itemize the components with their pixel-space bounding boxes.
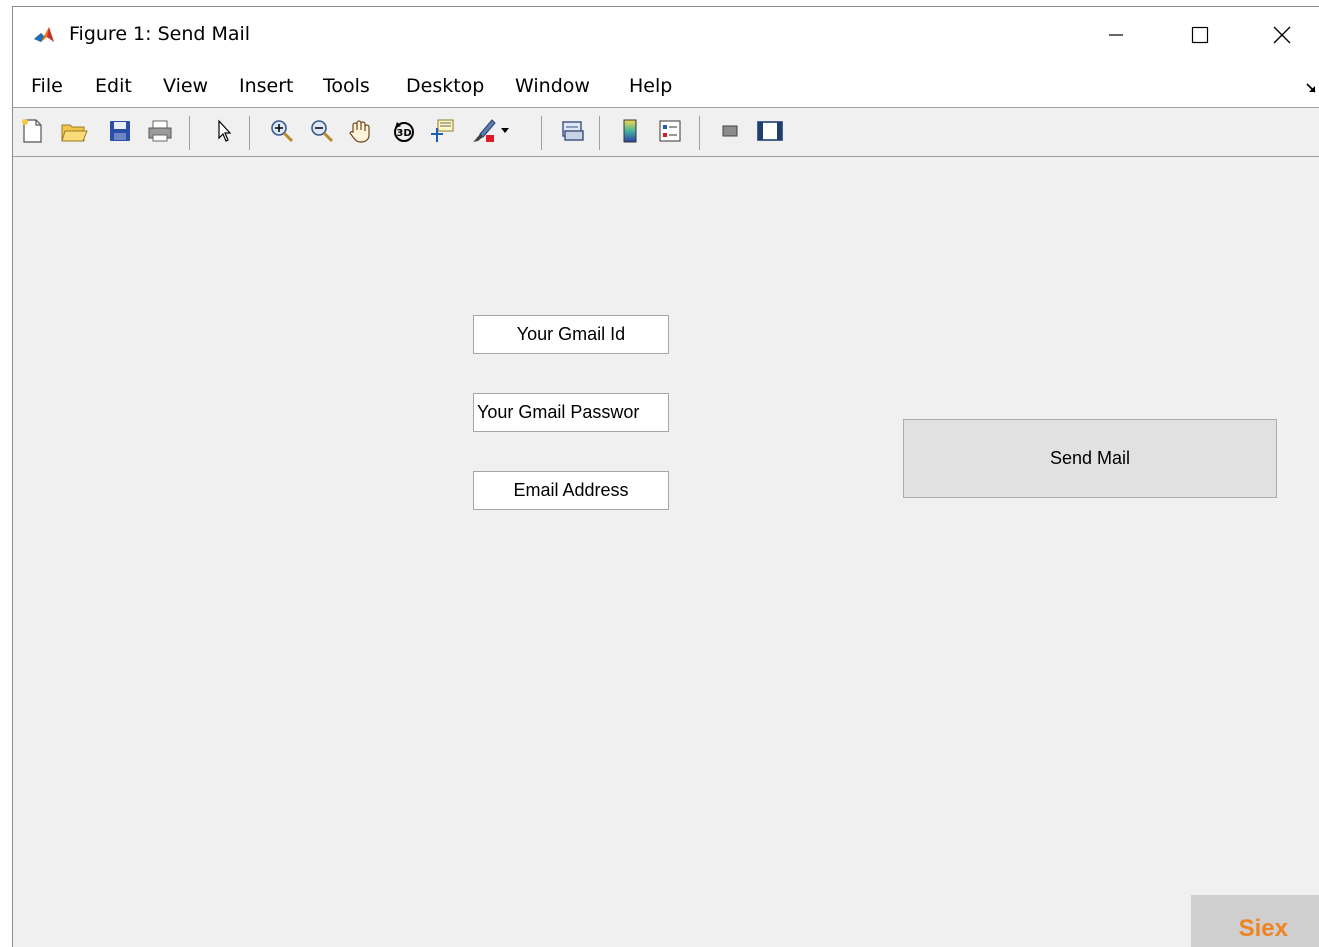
open-file-icon[interactable] — [59, 116, 89, 146]
close-button[interactable] — [1259, 17, 1305, 53]
dock-arrow-icon[interactable] — [1305, 81, 1317, 93]
rotate-3d-icon[interactable]: 3D — [389, 116, 419, 146]
send-mail-button[interactable]: Send Mail — [903, 419, 1277, 498]
gmail-password-input[interactable] — [477, 394, 668, 431]
menu-bar: File Edit View Insert Tools Desktop Wind… — [13, 67, 1319, 107]
hide-plot-tools-icon[interactable] — [715, 116, 745, 146]
email-address-input[interactable] — [474, 472, 668, 509]
maximize-button[interactable] — [1177, 17, 1223, 53]
gmail-id-field[interactable] — [473, 315, 669, 354]
pointer-icon[interactable] — [209, 116, 239, 146]
menu-window[interactable]: Window — [511, 73, 594, 99]
brush-icon[interactable] — [469, 116, 499, 146]
show-plot-tools-icon[interactable] — [755, 116, 785, 146]
menu-insert[interactable]: Insert — [235, 73, 298, 99]
new-figure-icon[interactable] — [17, 116, 47, 146]
menu-view[interactable]: View — [159, 73, 212, 99]
matlab-logo-icon — [33, 25, 55, 45]
print-icon[interactable] — [145, 116, 175, 146]
menu-help[interactable]: Help — [625, 73, 676, 99]
toolbar-separator — [599, 116, 600, 150]
menu-file[interactable]: File — [27, 73, 67, 99]
title-bar[interactable]: Figure 1: Send Mail — [13, 7, 1319, 59]
legend-icon[interactable] — [655, 116, 685, 146]
menu-edit[interactable]: Edit — [91, 73, 136, 99]
toolbar-separator — [699, 116, 700, 150]
gmail-password-field[interactable] — [473, 393, 669, 432]
zoom-out-icon[interactable] — [307, 116, 337, 146]
toolbar-separator — [249, 116, 250, 150]
figure-toolbar: 3D — [13, 107, 1319, 157]
menu-desktop[interactable]: Desktop — [402, 73, 488, 99]
toolbar-separator — [541, 116, 542, 150]
watermark-logo: Siex — [1191, 895, 1319, 947]
colorbar-icon[interactable] — [615, 116, 645, 146]
zoom-in-icon[interactable] — [267, 116, 297, 146]
minimize-button[interactable] — [1093, 17, 1139, 53]
figure-canvas: Send Mail Siex — [13, 157, 1319, 947]
pan-icon[interactable] — [345, 116, 375, 146]
figure-window: Figure 1: Send Mail File Edit View Inser… — [12, 6, 1319, 947]
gmail-id-input[interactable] — [474, 316, 668, 353]
toolbar-separator — [189, 116, 190, 150]
email-address-field[interactable] — [473, 471, 669, 510]
data-cursor-icon[interactable] — [427, 116, 457, 146]
window-title: Figure 1: Send Mail — [69, 23, 251, 45]
link-plot-icon[interactable] — [557, 116, 587, 146]
brush-dropdown-icon[interactable] — [497, 116, 513, 146]
menu-tools[interactable]: Tools — [319, 73, 374, 99]
save-icon[interactable] — [105, 116, 135, 146]
svg-text:3D: 3D — [396, 128, 411, 139]
